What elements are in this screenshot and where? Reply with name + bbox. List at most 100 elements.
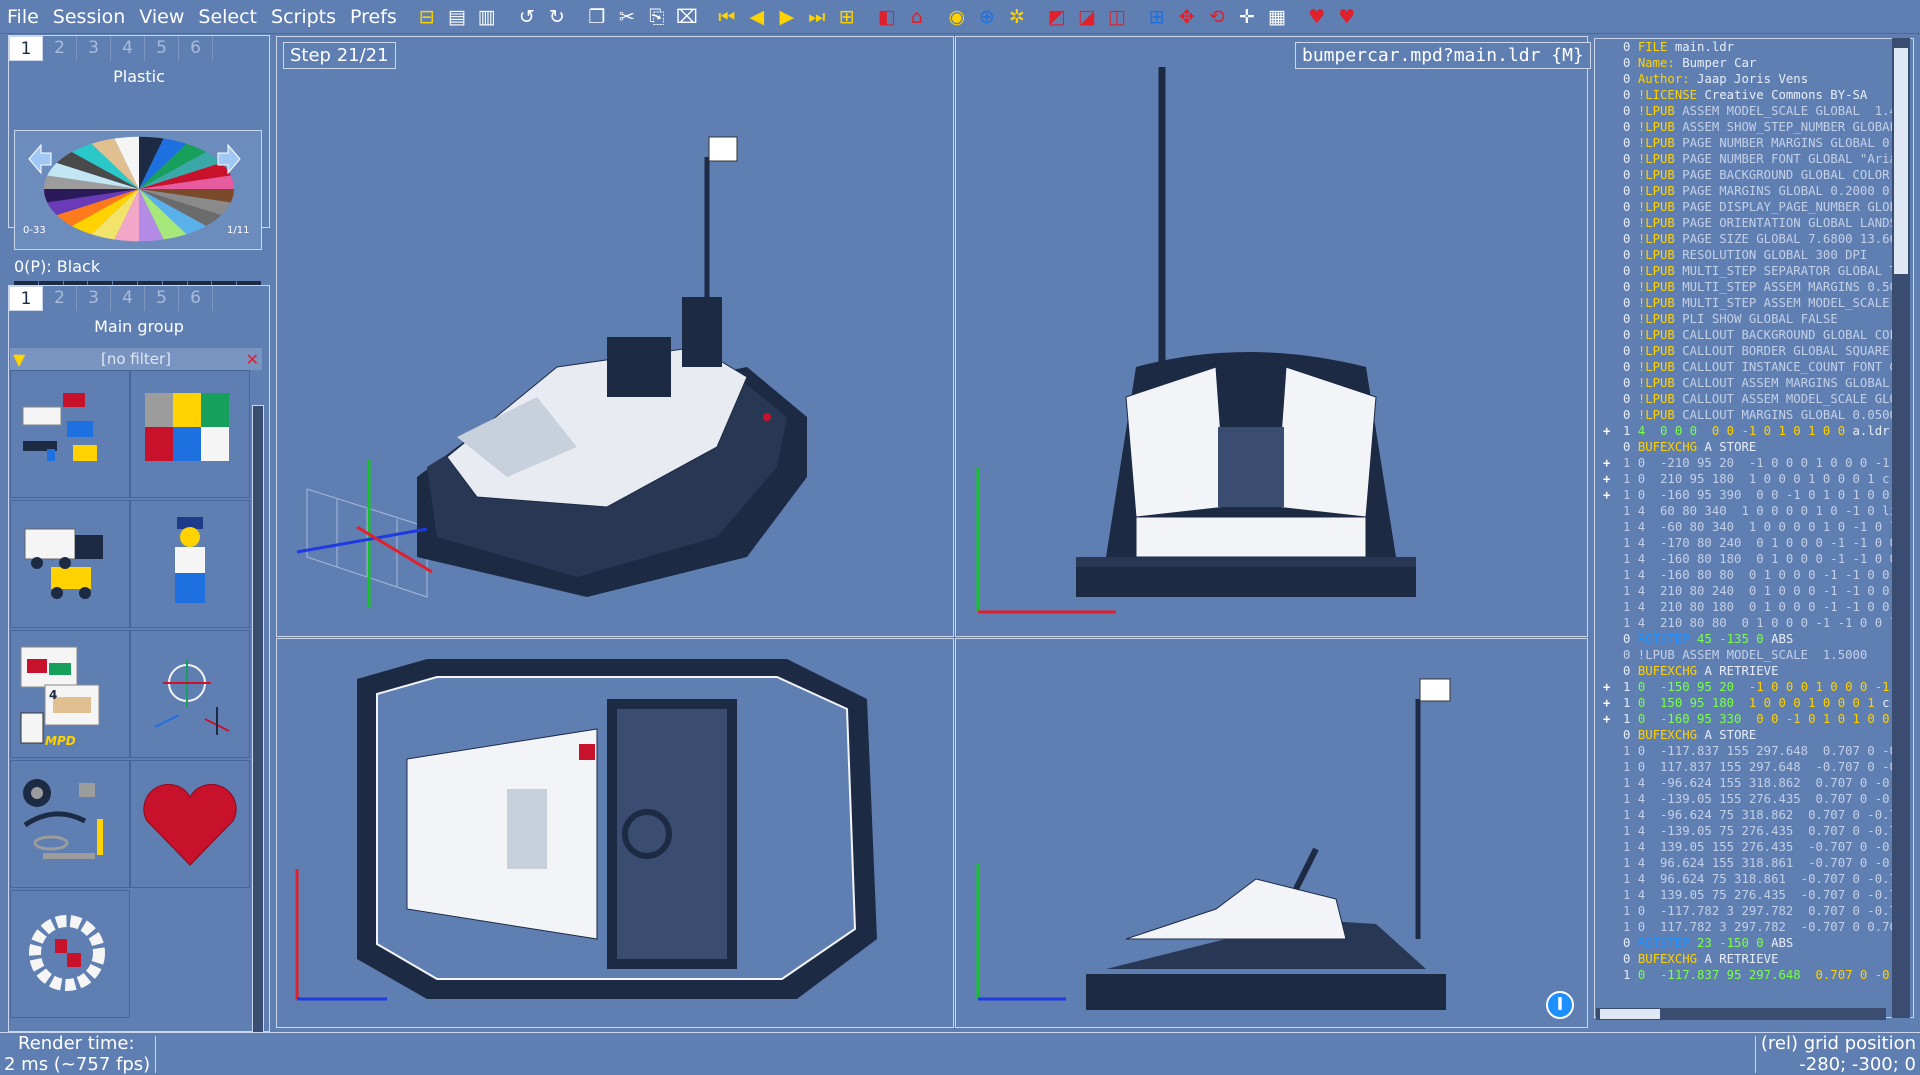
open-icon[interactable]: ⊟ bbox=[413, 3, 441, 31]
house-icon[interactable]: ⌂ bbox=[903, 3, 931, 31]
parts-tab-2[interactable]: 2 bbox=[43, 286, 77, 311]
code-line[interactable]: 1 0 117.837 155 297.648 -0.707 0 -0. bbox=[1595, 759, 1913, 775]
code-line[interactable]: 0 !LPUB PLI SHOW GLOBAL FALSE bbox=[1595, 311, 1913, 327]
code-line[interactable]: 0 !LPUB RESOLUTION GLOBAL 300 DPI bbox=[1595, 247, 1913, 263]
code-line[interactable]: 1 0 -117.782 3 297.782 0.707 0 -0.70 bbox=[1595, 903, 1913, 919]
pattern-icon[interactable]: ▦ bbox=[1263, 3, 1291, 31]
mpd-category[interactable]: 4 MPD bbox=[10, 630, 130, 758]
heart-category[interactable] bbox=[130, 760, 250, 888]
expand-icon[interactable]: + bbox=[1603, 487, 1610, 503]
grid-snap-icon[interactable]: ⊞ bbox=[1143, 3, 1171, 31]
menu-session[interactable]: Session bbox=[46, 0, 133, 34]
code-line[interactable]: 1 4 139.05 75 276.435 -0.707 0 -0.70 bbox=[1595, 887, 1913, 903]
color-tab-1[interactable]: 1 bbox=[9, 36, 43, 61]
code-line[interactable]: 1 4 -160 80 180 0 1 0 0 0 -1 -1 0 0 bbox=[1595, 551, 1913, 567]
menu-file[interactable]: File bbox=[0, 0, 46, 34]
color-tab-6[interactable]: 6 bbox=[179, 36, 213, 61]
rotate-red-icon[interactable]: ◩ bbox=[1043, 3, 1071, 31]
paste-icon[interactable]: ⎘ bbox=[643, 3, 671, 31]
color-tab-4[interactable]: 4 bbox=[111, 36, 145, 61]
code-line[interactable]: 0 BUFEXCHG A RETRIEVE bbox=[1595, 663, 1913, 679]
code-line[interactable]: 0 !LPUB PAGE NUMBER MARGINS GLOBAL 0.0 bbox=[1595, 135, 1913, 151]
viewport-top[interactable] bbox=[276, 638, 954, 1028]
previous-palette-icon[interactable] bbox=[28, 143, 52, 175]
vehicles-category[interactable] bbox=[10, 500, 130, 628]
code-line[interactable]: 1 4 60 80 340 1 0 0 0 0 1 0 -1 0 lin bbox=[1595, 503, 1913, 519]
code-line[interactable]: 1 4 96.624 155 318.861 -0.707 0 -0.7 bbox=[1595, 855, 1913, 871]
undo-icon[interactable]: ↺ bbox=[513, 3, 541, 31]
save-as-icon[interactable]: ▥ bbox=[473, 3, 501, 31]
heart-icon[interactable]: ♥ bbox=[1303, 3, 1331, 31]
code-line[interactable]: 1 4 -139.05 155 276.435 0.707 0 -0.7 bbox=[1595, 791, 1913, 807]
code-line[interactable]: +1 0 150 95 180 1 0 0 0 1 0 0 0 1 c.l bbox=[1595, 695, 1913, 711]
parts-tab-3[interactable]: 3 bbox=[77, 286, 111, 311]
code-line[interactable]: 0 BUFEXCHG A STORE bbox=[1595, 439, 1913, 455]
code-line[interactable]: 1 4 -160 80 80 0 1 0 0 0 -1 -1 0 0 l bbox=[1595, 567, 1913, 583]
expand-icon[interactable]: + bbox=[1603, 455, 1610, 471]
clear-filter-icon[interactable]: ✕ bbox=[246, 350, 259, 369]
code-line[interactable]: 0 !LPUB CALLOUT ASSEM MODEL_SCALE GLOB bbox=[1595, 391, 1913, 407]
code-line[interactable]: 0 !LPUB PAGE MARGINS GLOBAL 0.2000 0.0 bbox=[1595, 183, 1913, 199]
editor-hscroll-thumb[interactable] bbox=[1600, 1009, 1660, 1019]
edge-color-icon[interactable]: ⊕ bbox=[973, 3, 1001, 31]
code-line[interactable]: +1 4 0 0 0 0 0 -1 0 1 0 1 0 0 a.ldr bbox=[1595, 423, 1913, 439]
code-line[interactable]: 0 !LPUB CALLOUT ASSEM MARGINS GLOBAL 0 bbox=[1595, 375, 1913, 391]
colored-bricks-category[interactable] bbox=[130, 370, 250, 498]
code-line[interactable]: 0 !LPUB PAGE BACKGROUND GLOBAL COLOR " bbox=[1595, 167, 1913, 183]
parts-tab-5[interactable]: 5 bbox=[145, 286, 179, 311]
camera-icon[interactable]: ◧ bbox=[873, 3, 901, 31]
parts-tab-4[interactable]: 4 bbox=[111, 286, 145, 311]
code-line[interactable]: 1 4 139.05 155 276.435 -0.707 0 -0.7 bbox=[1595, 839, 1913, 855]
code-line[interactable]: 1 0 117.782 3 297.782 -0.707 0 0.707 bbox=[1595, 919, 1913, 935]
expand-icon[interactable]: + bbox=[1603, 423, 1610, 439]
color-tab-5[interactable]: 5 bbox=[145, 36, 179, 61]
editor-scrollbar-thumb[interactable] bbox=[1894, 48, 1908, 274]
code-line[interactable]: 0 !LPUB CALLOUT INSTANCE_COUNT FONT GL bbox=[1595, 359, 1913, 375]
code-line[interactable]: 0 !LPUB ASSEM MODEL_SCALE 1.5000 bbox=[1595, 647, 1913, 663]
code-line[interactable]: 1 4 210 80 180 0 1 0 0 0 -1 -1 0 0 l bbox=[1595, 599, 1913, 615]
code-line[interactable]: 1 4 96.624 75 318.861 -0.707 0 -0.70 bbox=[1595, 871, 1913, 887]
rotate-icon[interactable]: ⟲ bbox=[1203, 3, 1231, 31]
minifig-category[interactable] bbox=[130, 500, 250, 628]
code-line[interactable]: 1 4 210 80 80 0 1 0 0 0 -1 -1 0 0 l bbox=[1595, 615, 1913, 631]
rotate-red-2-icon[interactable]: ◪ bbox=[1073, 3, 1101, 31]
move-icon[interactable]: ✥ bbox=[1173, 3, 1201, 31]
ldraw-source-editor[interactable]: 0 FILE main.ldr 0 Name: Bumper Car 0 Autho… bbox=[1594, 38, 1914, 1018]
filter-icon[interactable]: ▼ bbox=[13, 350, 25, 369]
delete-icon[interactable]: ⌧ bbox=[673, 3, 701, 31]
translate-icon[interactable]: ✛ bbox=[1233, 3, 1261, 31]
rotate-red-3-icon[interactable]: ◫ bbox=[1103, 3, 1131, 31]
code-line[interactable]: 1 4 -170 80 240 0 1 0 0 0 -1 -1 0 0 bbox=[1595, 535, 1913, 551]
code-line[interactable]: 1 4 210 80 240 0 1 0 0 0 -1 -1 0 0 l bbox=[1595, 583, 1913, 599]
code-line[interactable]: 0 !LPUB PAGE DISPLAY_PAGE_NUMBER GLOBA bbox=[1595, 199, 1913, 215]
code-line[interactable]: 0 !LPUB CALLOUT BACKGROUND GLOBAL COLO bbox=[1595, 327, 1913, 343]
technic-category[interactable] bbox=[10, 760, 130, 888]
menu-scripts[interactable]: Scripts bbox=[264, 0, 343, 34]
code-line[interactable]: +1 0 -160 95 330 0 0 -1 0 1 0 1 0 0 d bbox=[1595, 711, 1913, 727]
code-line[interactable]: 1 0 -117.837 155 297.648 0.707 0 -0. bbox=[1595, 743, 1913, 759]
redo-icon[interactable]: ↻ bbox=[543, 3, 571, 31]
code-line[interactable]: 0 BUFEXCHG A STORE bbox=[1595, 727, 1913, 743]
add-step-icon[interactable]: ⊞ bbox=[833, 3, 861, 31]
cut-icon[interactable]: ✂ bbox=[613, 3, 641, 31]
code-line[interactable]: 1 0 -117.837 95 297.648 0.707 0 -0.7 bbox=[1595, 967, 1913, 983]
expand-icon[interactable]: + bbox=[1603, 471, 1610, 487]
copy-icon[interactable]: ❐ bbox=[583, 3, 611, 31]
code-line[interactable]: 0 FILE main.ldr bbox=[1595, 39, 1913, 55]
parts-tab-1[interactable]: 1 bbox=[9, 286, 43, 311]
code-line[interactable]: 1 4 -60 80 340 1 0 0 0 0 1 0 -1 0 li bbox=[1595, 519, 1913, 535]
parts-tab-6[interactable]: 6 bbox=[179, 286, 213, 311]
first-step-icon[interactable]: ⏮ bbox=[713, 3, 741, 31]
code-line[interactable]: 0 !LPUB ASSEM MODEL_SCALE GLOBAL 1.45 bbox=[1595, 103, 1913, 119]
previous-step-icon[interactable]: ◀ bbox=[743, 3, 771, 31]
save-icon[interactable]: ▤ bbox=[443, 3, 471, 31]
code-line[interactable]: 0 ROTSTEP 45 -135 0 ABS bbox=[1595, 631, 1913, 647]
code-line[interactable]: 0 !LPUB MULTI_STEP ASSEM MODEL_SCALE bbox=[1595, 295, 1913, 311]
code-line[interactable]: 0 !LPUB ASSEM SHOW_STEP_NUMBER GLOBAL bbox=[1595, 119, 1913, 135]
code-line[interactable]: 0 Name: Bumper Car bbox=[1595, 55, 1913, 71]
code-line[interactable]: 0 !LPUB PAGE ORIENTATION GLOBAL LANDSC bbox=[1595, 215, 1913, 231]
code-line[interactable]: 1 4 -96.624 75 318.862 0.707 0 -0.70 bbox=[1595, 807, 1913, 823]
code-line[interactable]: +1 0 -160 95 390 0 0 -1 0 1 0 1 0 0 d bbox=[1595, 487, 1913, 503]
code-line[interactable]: 0 !LPUB MULTI_STEP ASSEM MARGINS 0.500 bbox=[1595, 279, 1913, 295]
code-line[interactable]: 0 ROTSTEP 23 -150 0 ABS bbox=[1595, 935, 1913, 951]
